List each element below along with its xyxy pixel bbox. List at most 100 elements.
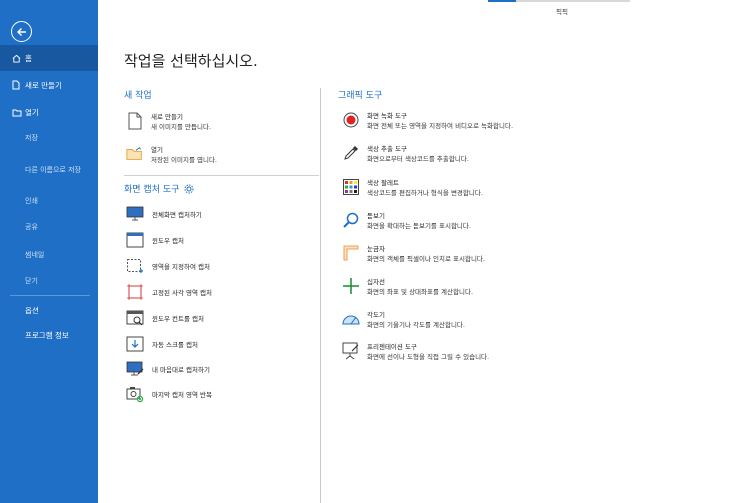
new-image-title: 새로 만들기 [151, 113, 183, 121]
new-image-desc: 새 이미지를 만듭니다. [151, 123, 212, 131]
presentation-button[interactable]: 프리젠테이션 도구 화면에 선이나 도형을 직접 그릴 수 있습니다. [342, 342, 489, 362]
scroll-capture-icon [126, 335, 144, 353]
palette-icon [342, 178, 360, 196]
capture-window-control-button[interactable]: 윈도우 컨트롤 캡처 [126, 309, 204, 327]
freehand-icon [126, 360, 144, 378]
column-divider [320, 88, 321, 503]
capture-item-label: 전체화면 캡처하기 [152, 211, 202, 219]
monitor-icon [126, 205, 144, 223]
graphic-item-desc: 화면 전체 또는 영역을 지정하여 비디오로 녹화합니다. [367, 122, 514, 130]
capture-item-label: 자동 스크롤 캡처 [152, 341, 198, 349]
color-picker-button[interactable]: 색상 추출 도구 화면으로부터 색상코드를 추출합니다. [342, 144, 469, 164]
window-icon [126, 231, 144, 249]
sidebar-item-label: 프로그램 정보 [25, 330, 69, 340]
ruler-icon [342, 244, 360, 262]
graphic-item-desc: 화면을 확대하는 돋보기를 표시합니다. [367, 222, 471, 230]
sidebar-divider [10, 295, 90, 296]
sidebar-item-save[interactable]: 저장 [0, 125, 98, 151]
graphic-item-title: 색상 팔레트 [367, 179, 399, 187]
graphic-item-desc: 색상코드를 편집하거나 형식을 변경합니다. [367, 189, 483, 197]
graphic-item-title: 십자선 [367, 278, 385, 286]
capture-repeat-button[interactable]: 마지막 캡처 영역 반복 [126, 385, 212, 403]
capture-item-label: 윈도우 캡처 [152, 237, 184, 245]
graphic-item-title: 화면 녹화 도구 [367, 112, 408, 120]
capture-item-label: 내 마음대로 캡처하기 [152, 366, 210, 374]
sidebar-item-close[interactable]: 닫기 [0, 268, 98, 294]
graphic-item-desc: 화면으로부터 색상코드를 추출합니다. [367, 155, 469, 163]
eyedropper-icon [342, 144, 360, 162]
sidebar-item-label: 저장 [25, 134, 38, 142]
graphic-tools-title: 그래픽 도구 [338, 91, 383, 101]
ruler-button[interactable]: 눈금자 화면의 객체를 픽셀이나 인치로 표시합니다. [342, 244, 485, 264]
crosshair-button[interactable]: 십자선 화면의 좌표 및 상대좌표를 계산합니다. [342, 277, 473, 297]
sidebar-item-about[interactable]: 프로그램 정보 [0, 322, 98, 348]
sidebar-item-label: 다른 이름으로 저장 [25, 166, 81, 174]
protractor-button[interactable]: 각도기 화면의 기울기나 각도를 계산합니다. [342, 310, 465, 330]
capture-tools-label: 화면 캡처 도구 [124, 185, 180, 195]
fixed-rect-icon [126, 283, 144, 301]
new-task-title: 새 작업 [124, 91, 152, 101]
sidebar-item-save-as[interactable]: 다른 이름으로 저장 [0, 157, 98, 183]
graphic-item-desc: 화면의 좌표 및 상대좌표를 계산합니다. [367, 288, 474, 296]
sidebar-item-label: 닫기 [25, 277, 38, 285]
capture-freehand-button[interactable]: 내 마음대로 캡처하기 [126, 360, 210, 378]
presentation-icon [342, 342, 360, 360]
graphic-item-title: 돋보기 [367, 212, 385, 220]
gear-icon[interactable] [184, 184, 194, 194]
window-control-icon [126, 309, 144, 327]
home-icon [12, 54, 22, 63]
sidebar-item-share[interactable]: 공유 [0, 214, 98, 240]
graphic-item-desc: 화면의 객체를 픽셀이나 인치로 표시합니다. [367, 255, 485, 263]
page-title: 작업을 선택하십시오. [124, 52, 258, 70]
sidebar-item-open[interactable]: 열기 [0, 99, 98, 125]
repeat-camera-icon [126, 385, 144, 403]
sidebar-item-options[interactable]: 옵션 [0, 297, 98, 323]
new-file-icon [12, 80, 22, 90]
capture-tools-title: 화면 캡처 도구 [124, 182, 194, 195]
magnifier-button[interactable]: 돋보기 화면을 확대하는 돋보기를 표시합니다. [342, 211, 471, 231]
open-folder-icon [126, 145, 144, 163]
back-arrow-icon[interactable] [11, 21, 32, 42]
sidebar-item-print[interactable]: 인쇄 [0, 188, 98, 214]
open-image-desc: 저장된 이미지를 엽니다. [151, 156, 217, 164]
sidebar-item-label: 썸네일 [25, 251, 45, 259]
sidebar-item-label: 새로 만들기 [25, 80, 62, 90]
color-palette-button[interactable]: 색상 팔레트 색상코드를 편집하거나 형식을 변경합니다. [342, 178, 483, 198]
new-image-button[interactable]: 새로 만들기 새 이미지를 만듭니다. [126, 112, 211, 132]
record-icon [342, 111, 360, 129]
graphic-item-desc: 화면에 선이나 도형을 직접 그릴 수 있습니다. [367, 353, 490, 361]
capture-fixed-rect-button[interactable]: 고정된 사각 영역 캡처 [126, 283, 212, 301]
open-image-button[interactable]: 열기 저장된 이미지를 엽니다. [126, 145, 217, 165]
capture-region-button[interactable]: 영역을 지정하여 캡처 [126, 257, 210, 275]
open-image-title: 열기 [151, 146, 163, 154]
sidebar-item-new[interactable]: 새로 만들기 [0, 72, 98, 98]
sidebar-item-label: 홈 [25, 53, 32, 63]
sidebar: 홈 새로 만들기 열기 저장 다른 이름으로 저장 인쇄 공유 썸네일 닫기 옵… [0, 0, 98, 503]
capture-scroll-button[interactable]: 자동 스크롤 캡처 [126, 335, 198, 353]
capture-item-label: 영역을 지정하여 캡처 [152, 263, 210, 271]
dashed-region-icon [126, 257, 144, 275]
app-name: 픽픽 [556, 8, 568, 16]
magnifier-icon [342, 211, 360, 229]
capture-item-label: 마지막 캡처 영역 반복 [152, 391, 213, 399]
tab-track [516, 0, 630, 2]
capture-window-button[interactable]: 윈도우 캡처 [126, 231, 184, 249]
graphic-item-title: 각도기 [367, 311, 385, 319]
open-folder-icon [12, 108, 22, 117]
graphic-item-title: 색상 추출 도구 [367, 145, 408, 153]
graphic-item-title: 프리젠테이션 도구 [367, 343, 417, 351]
screen-recorder-button[interactable]: 화면 녹화 도구 화면 전체 또는 영역을 지정하여 비디오로 녹화합니다. [342, 111, 513, 131]
graphic-item-title: 눈금자 [367, 245, 385, 253]
sidebar-item-label: 공유 [25, 223, 38, 231]
tab-indicator [488, 0, 516, 2]
capture-fullscreen-button[interactable]: 전체화면 캡처하기 [126, 205, 202, 223]
capture-item-label: 고정된 사각 영역 캡처 [152, 289, 213, 297]
sidebar-item-thumbnail[interactable]: 썸네일 [0, 242, 98, 268]
graphic-item-desc: 화면의 기울기나 각도를 계산합니다. [367, 321, 465, 329]
sidebar-item-label: 열기 [25, 107, 39, 117]
new-file-icon [126, 112, 144, 130]
sidebar-item-label: 인쇄 [25, 197, 38, 205]
sidebar-item-home[interactable]: 홈 [0, 45, 98, 71]
sidebar-item-label: 옵션 [25, 305, 39, 315]
capture-item-label: 윈도우 컨트롤 캡처 [152, 315, 204, 323]
